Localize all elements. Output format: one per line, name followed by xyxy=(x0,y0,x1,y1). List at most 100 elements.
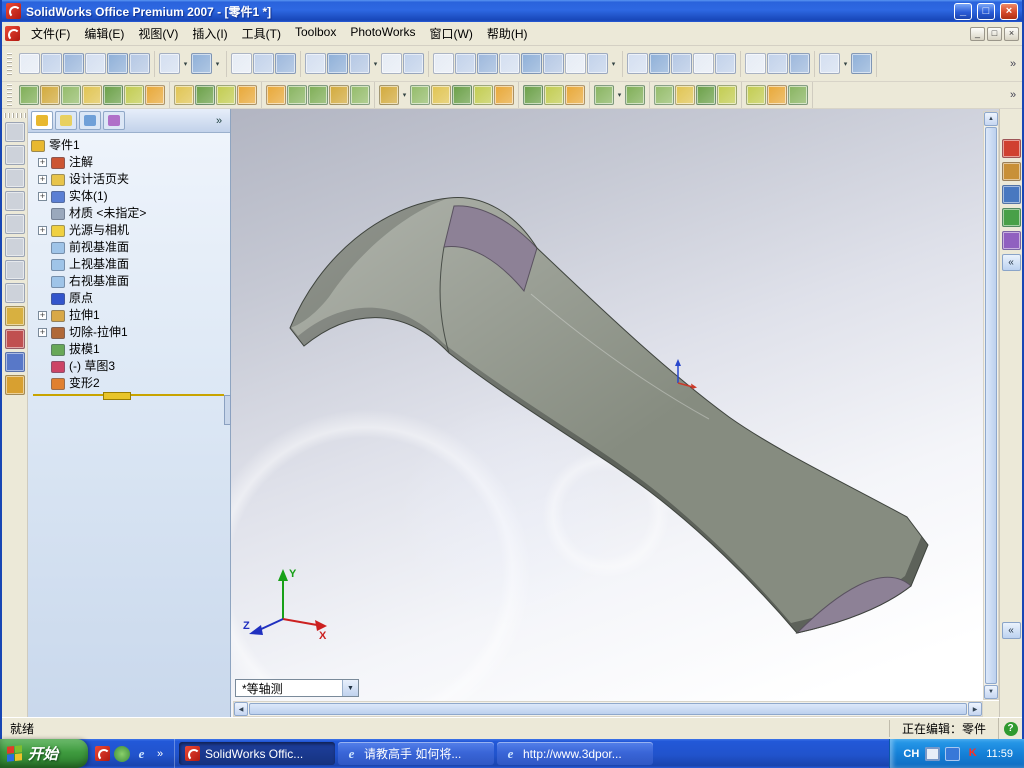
flex-icon[interactable] xyxy=(654,85,674,105)
fullscreen-icon[interactable] xyxy=(851,53,872,74)
menu-7[interactable]: PhotoWorks xyxy=(343,22,422,45)
taskbar-task-2[interactable]: e http://www.3dpor... xyxy=(497,742,653,765)
hole-wizard-icon[interactable] xyxy=(287,85,307,105)
toolbar-grip[interactable] xyxy=(7,84,12,106)
design-table-dropdown-icon[interactable]: ▾ xyxy=(371,54,380,74)
expand-icon[interactable]: + xyxy=(38,226,47,235)
fillet-dropdown-icon[interactable]: ▾ xyxy=(400,85,409,105)
reference-geometry-icon[interactable] xyxy=(594,85,614,105)
right-view-icon[interactable] xyxy=(4,214,25,234)
expand-icon[interactable]: + xyxy=(38,192,47,201)
collapse-task-pane-icon[interactable]: « xyxy=(1001,254,1021,271)
vertical-scroll-thumb[interactable] xyxy=(985,127,997,684)
zoom-in-out-icon[interactable] xyxy=(477,53,498,74)
part-model[interactable] xyxy=(231,109,987,701)
menu-1[interactable]: 文件(F) xyxy=(24,22,77,45)
standard-views-dropdown-icon[interactable]: ▾ xyxy=(609,54,618,74)
expand-icon[interactable]: + xyxy=(38,158,47,167)
mold-tools-icon[interactable] xyxy=(788,85,808,105)
solidworks-icon[interactable] xyxy=(95,746,110,761)
solidworks-resources-icon[interactable] xyxy=(1001,139,1021,158)
menu-2[interactable]: 编辑(E) xyxy=(77,22,131,45)
graphics-area[interactable]: Y X Z *等轴测 ▼ ▲ ▼ ◀ ▶ xyxy=(231,109,999,717)
revolved-boss-icon[interactable] xyxy=(195,85,215,105)
texture-icon[interactable] xyxy=(327,53,348,74)
menu-4[interactable]: 插入(I) xyxy=(185,22,234,45)
child-restore-button[interactable]: □ xyxy=(987,26,1002,41)
horizontal-scrollbar[interactable]: ◀ ▶ xyxy=(233,701,983,717)
help-icon[interactable] xyxy=(403,53,424,74)
expand-icon[interactable]: + xyxy=(38,175,47,184)
fillet-icon[interactable] xyxy=(379,85,399,105)
scroll-up-icon[interactable]: ▲ xyxy=(984,112,998,126)
ime-icon[interactable] xyxy=(945,746,961,761)
dome-icon[interactable] xyxy=(494,85,514,105)
restore-button[interactable]: □ xyxy=(977,2,995,20)
search-results-icon[interactable] xyxy=(1001,208,1021,227)
close-button[interactable]: × xyxy=(1000,2,1018,20)
chamfer-icon[interactable] xyxy=(410,85,430,105)
tree-item-8[interactable]: 原点 xyxy=(31,290,230,307)
keyboard-icon[interactable] xyxy=(925,746,941,761)
taskbar-task-1[interactable]: e 请教高手 如何将... xyxy=(338,742,494,765)
propertymanager-tab[interactable] xyxy=(55,111,77,130)
new-document-icon[interactable] xyxy=(19,53,40,74)
reference-geometry-dropdown-icon[interactable]: ▾ xyxy=(615,85,624,105)
measure-icon[interactable] xyxy=(4,375,25,395)
select-icon[interactable] xyxy=(231,53,252,74)
menu-6[interactable]: Toolbox xyxy=(288,22,343,45)
design-library-icon[interactable] xyxy=(1001,162,1021,181)
toolbar-grip[interactable] xyxy=(3,113,26,118)
circular-pattern-icon[interactable] xyxy=(544,85,564,105)
top-view-icon[interactable] xyxy=(4,237,25,257)
mirror-feature-icon[interactable] xyxy=(565,85,585,105)
toolbar-grip[interactable] xyxy=(7,52,12,75)
make-drawing-from-part-icon[interactable] xyxy=(85,53,106,74)
extruded-cut-icon[interactable] xyxy=(266,85,286,105)
sketch-entity-icon[interactable] xyxy=(4,306,25,326)
tree-item-10[interactable]: + 切除-拉伸1 xyxy=(31,324,230,341)
featuremanager-tab[interactable] xyxy=(31,111,53,130)
sketch-icon[interactable] xyxy=(19,85,39,105)
tree-item-7[interactable]: 右视基准面 xyxy=(31,273,230,290)
menu-3[interactable]: 视图(V) xyxy=(131,22,185,45)
view-orientation-icon[interactable] xyxy=(819,53,840,74)
input-language-indicator[interactable]: CH xyxy=(903,748,919,760)
view-orientation-combo[interactable]: *等轴测 ▼ xyxy=(235,679,359,697)
draft-icon[interactable] xyxy=(473,85,493,105)
curves-icon[interactable] xyxy=(625,85,645,105)
bottom-view-icon[interactable] xyxy=(4,260,25,280)
file-explorer-icon[interactable] xyxy=(1001,185,1021,204)
redo-icon[interactable] xyxy=(191,53,212,74)
menu-5[interactable]: 工具(T) xyxy=(235,22,288,45)
zoom-to-selection-icon[interactable] xyxy=(499,53,520,74)
panel-splitter[interactable] xyxy=(224,395,231,425)
pan-icon[interactable] xyxy=(543,53,564,74)
taskbar-clock[interactable]: 11:59 xyxy=(986,748,1013,760)
sketch-relations-icon[interactable] xyxy=(61,85,81,105)
record-macro-icon[interactable] xyxy=(275,53,296,74)
tree-item-3[interactable]: 材质 <未指定> xyxy=(31,205,230,222)
revolved-cut-icon[interactable] xyxy=(308,85,328,105)
left-view-icon[interactable] xyxy=(4,191,25,211)
quick-tips-button[interactable]: ? xyxy=(998,718,1022,739)
offset-entities-icon[interactable] xyxy=(103,85,123,105)
internet-explorer-icon[interactable]: e xyxy=(134,747,149,760)
dimxpert-tab[interactable] xyxy=(103,111,125,130)
section-view-icon[interactable] xyxy=(767,53,788,74)
tree-item-12[interactable]: (-) 草图3 xyxy=(31,358,230,375)
save-icon[interactable] xyxy=(63,53,84,74)
previous-view-icon[interactable] xyxy=(565,53,586,74)
undo-icon[interactable] xyxy=(159,53,180,74)
lofted-boss-icon[interactable] xyxy=(237,85,257,105)
menu-8[interactable]: 窗口(W) xyxy=(423,22,480,45)
selection-filter-icon[interactable] xyxy=(253,53,274,74)
edit-color-icon[interactable] xyxy=(305,53,326,74)
tree-item-5[interactable]: 前视基准面 xyxy=(31,239,230,256)
deform-icon[interactable] xyxy=(675,85,695,105)
kingsoft-icon[interactable]: K xyxy=(965,747,980,761)
redo-dropdown-icon[interactable]: ▾ xyxy=(213,54,222,74)
swept-cut-icon[interactable] xyxy=(329,85,349,105)
custom-properties-icon[interactable] xyxy=(1001,231,1021,250)
standard-views-icon[interactable] xyxy=(587,53,608,74)
